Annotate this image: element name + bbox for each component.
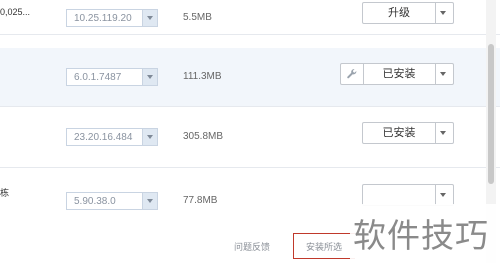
chevron-down-icon[interactable] bbox=[434, 185, 453, 205]
version-select[interactable]: 23.20.16.484 bbox=[66, 128, 158, 146]
version-select[interactable]: 6.0.1.7487 bbox=[66, 68, 158, 86]
row-divider bbox=[0, 34, 500, 35]
file-size: 111.3MB bbox=[183, 71, 222, 82]
action-button-group: 已安装 bbox=[362, 122, 454, 144]
table-row: 6.0.1.7487 111.3MB 已安装 bbox=[0, 48, 500, 106]
installed-button[interactable]: 已安装 bbox=[363, 123, 436, 143]
chevron-down-icon[interactable] bbox=[142, 129, 157, 145]
watermark-text: 软件技巧 bbox=[353, 216, 489, 255]
wrench-icon[interactable] bbox=[341, 64, 364, 84]
installed-button[interactable]: 已安装 bbox=[363, 64, 436, 84]
version-value: 5.90.38.0 bbox=[74, 196, 116, 207]
scrollbar-thumb[interactable] bbox=[488, 44, 494, 184]
file-size: 77.8MB bbox=[183, 195, 218, 206]
chevron-down-icon[interactable] bbox=[142, 69, 157, 85]
file-size: 305.8MB bbox=[183, 131, 224, 142]
file-size: 5.5MB bbox=[183, 12, 212, 23]
action-button-group: 升级 bbox=[362, 2, 454, 24]
version-value: 10.25.119.20 bbox=[74, 13, 132, 24]
upgrade-button[interactable]: 升级 bbox=[363, 3, 436, 23]
action-button-group bbox=[362, 184, 454, 206]
version-value: 23.20.16.484 bbox=[74, 132, 133, 143]
action-button[interactable] bbox=[363, 185, 436, 205]
version-select[interactable]: 10.25.119.20 bbox=[66, 9, 158, 27]
chevron-down-icon[interactable] bbox=[434, 64, 453, 84]
driver-name: 栋 bbox=[0, 188, 10, 198]
chevron-down-icon[interactable] bbox=[434, 123, 453, 143]
driver-name: 0,025... bbox=[0, 7, 31, 17]
table-row: 0,025... 10.25.119.20 5.5MB 升级 bbox=[0, 0, 500, 52]
table-row: 23.20.16.484 305.8MB 已安装 bbox=[0, 107, 500, 167]
chevron-down-icon[interactable] bbox=[142, 193, 157, 209]
install-selected-button[interactable]: 安装所选 bbox=[293, 233, 355, 259]
action-button-group: 已安装 bbox=[340, 63, 454, 85]
version-select[interactable]: 5.90.38.0 bbox=[66, 192, 158, 210]
version-value: 6.0.1.7487 bbox=[74, 72, 122, 83]
feedback-button[interactable]: 问题反馈 bbox=[234, 240, 270, 253]
chevron-down-icon[interactable] bbox=[434, 3, 453, 23]
chevron-down-icon[interactable] bbox=[142, 10, 157, 26]
